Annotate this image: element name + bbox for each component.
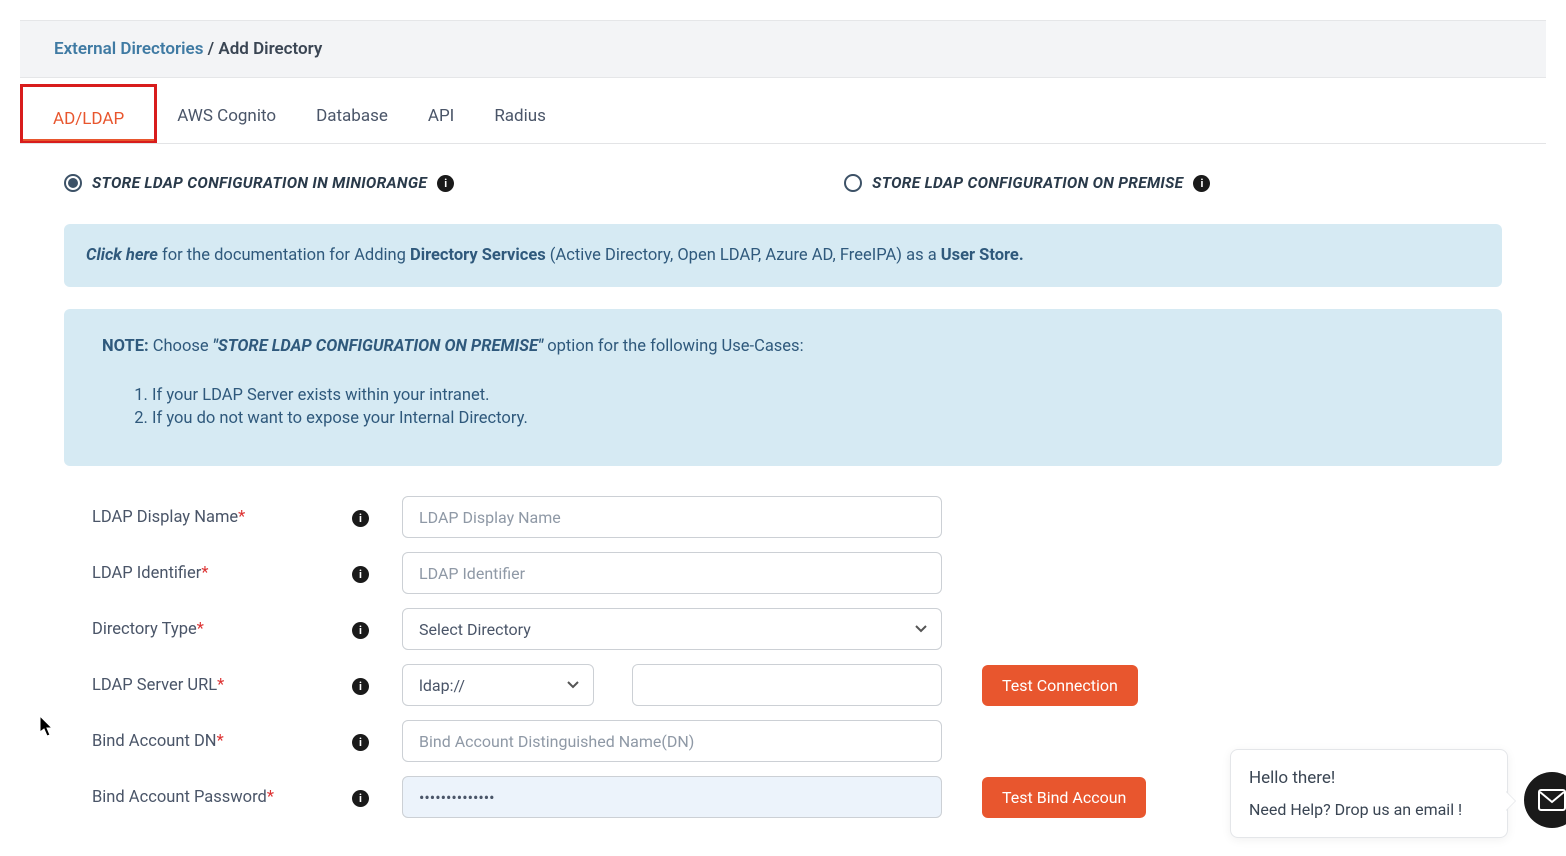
test-bind-account-button[interactable]: Test Bind Accoun (982, 777, 1146, 818)
tab-radius[interactable]: Radius (474, 106, 566, 143)
radio-icon (844, 174, 862, 192)
input-ldap-identifier[interactable] (402, 552, 942, 594)
help-popup-message: Need Help? Drop us an email ! (1249, 800, 1483, 819)
info-icon[interactable]: i (352, 734, 369, 751)
select-ldap-protocol[interactable]: ldap:// (402, 664, 594, 706)
chat-button[interactable] (1524, 772, 1566, 828)
label-ldap-display-name: LDAP Display Name* (92, 508, 352, 527)
help-popup-greeting: Hello there! (1249, 768, 1483, 788)
input-bind-account-dn[interactable] (402, 720, 942, 762)
info-icon[interactable]: i (352, 510, 369, 527)
info-icon[interactable]: i (352, 622, 369, 639)
label-bind-account-dn: Bind Account DN* (92, 732, 352, 751)
info-icon[interactable]: i (352, 566, 369, 583)
radio-label: STORE LDAP CONFIGURATION ON PREMISE (872, 174, 1183, 192)
note-list: If your LDAP Server exists within your i… (102, 386, 1464, 428)
info-icon[interactable]: i (352, 678, 369, 695)
note-item: If you do not want to expose your Intern… (152, 409, 1464, 428)
mail-icon (1538, 789, 1566, 811)
radio-icon (64, 174, 82, 192)
tab-database[interactable]: Database (296, 106, 408, 143)
note-item: If your LDAP Server exists within your i… (152, 386, 1464, 405)
note-label: NOTE: (102, 337, 149, 356)
tabs: AD/LDAP AWS Cognito Database API Radius (20, 78, 1546, 144)
input-ldap-host[interactable] (632, 664, 942, 706)
popup-arrow-icon (1505, 791, 1515, 811)
info-icon[interactable]: i (1193, 175, 1210, 192)
radio-store-onpremise[interactable]: STORE LDAP CONFIGURATION ON PREMISE i (844, 174, 1210, 192)
input-ldap-display-name[interactable] (402, 496, 942, 538)
label-bind-account-password: Bind Account Password* (92, 788, 352, 807)
breadcrumb: External Directories / Add Directory (54, 39, 1526, 59)
radio-label: STORE LDAP CONFIGURATION IN MINIORANGE (92, 174, 427, 192)
tab-aws-cognito[interactable]: AWS Cognito (157, 106, 296, 143)
info-icon[interactable]: i (352, 790, 369, 807)
breadcrumb-separator: / (203, 39, 218, 59)
label-directory-type: Directory Type* (92, 620, 352, 639)
documentation-alert: Click here for the documentation for Add… (64, 224, 1502, 287)
breadcrumb-current: Add Directory (218, 39, 322, 59)
tab-api[interactable]: API (408, 106, 474, 143)
breadcrumb-link-external-directories[interactable]: External Directories (54, 39, 203, 59)
test-connection-button[interactable]: Test Connection (982, 665, 1138, 706)
breadcrumb-bar: External Directories / Add Directory (20, 20, 1546, 78)
input-bind-account-password[interactable] (402, 776, 942, 818)
info-icon[interactable]: i (437, 175, 454, 192)
select-directory-type[interactable]: Select Directory (402, 608, 942, 650)
documentation-link[interactable]: Click here (86, 246, 158, 265)
radio-store-miniorange[interactable]: STORE LDAP CONFIGURATION IN MINIORANGE i (64, 174, 454, 192)
tab-ad-ldap[interactable]: AD/LDAP (20, 84, 157, 143)
label-ldap-server-url: LDAP Server URL* (92, 676, 352, 695)
note-box: NOTE: Choose "STORE LDAP CONFIGURATION O… (64, 309, 1502, 466)
storage-option-row: STORE LDAP CONFIGURATION IN MINIORANGE i… (64, 174, 1502, 192)
help-popup: Hello there! Need Help? Drop us an email… (1230, 749, 1508, 838)
label-ldap-identifier: LDAP Identifier* (92, 564, 352, 583)
